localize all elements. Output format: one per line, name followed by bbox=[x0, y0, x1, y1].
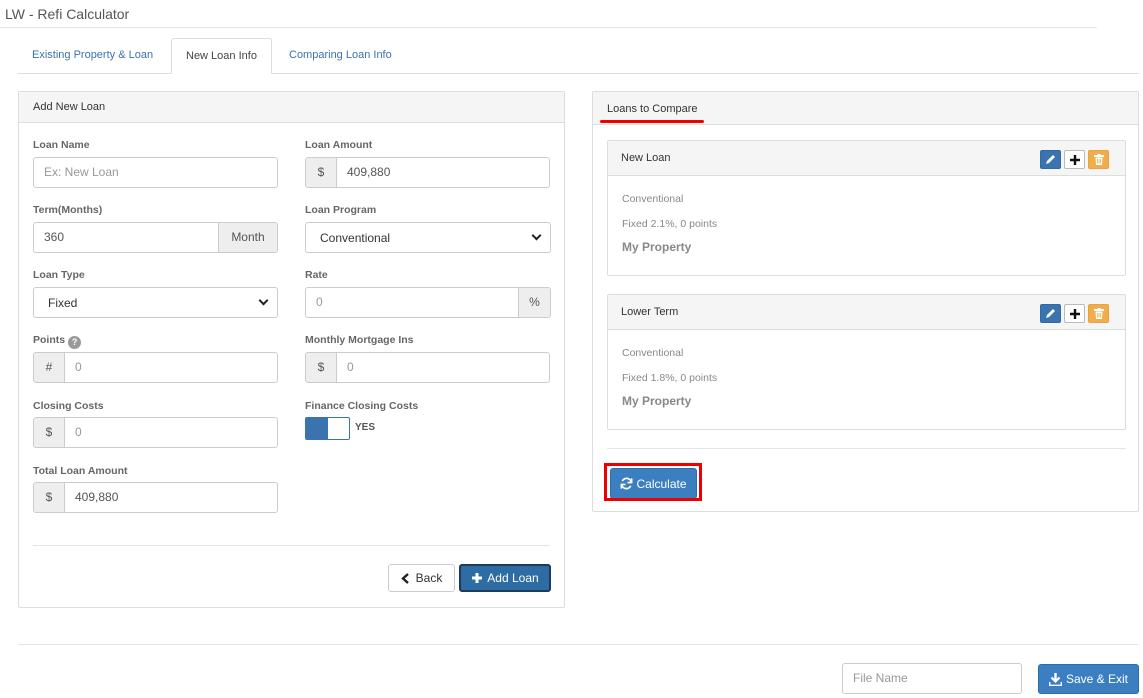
add-new-loan-panel: Add New Loan Loan Name Loan Amount $ 409… bbox=[18, 91, 565, 608]
loan-card: New Loan Conventional Fixed 2.1%, 0 poin… bbox=[607, 140, 1126, 276]
footer-divider bbox=[18, 644, 1139, 645]
loan-type-select[interactable]: Fixed bbox=[33, 287, 278, 318]
loan-card-property: My Property bbox=[622, 240, 692, 254]
help-icon[interactable]: ? bbox=[68, 336, 82, 349]
tab-bar: Existing Property & Loan New Loan Info C… bbox=[18, 38, 1139, 74]
loan-type-value: Fixed bbox=[48, 295, 78, 310]
add-new-loan-panel-title: Add New Loan bbox=[19, 92, 564, 123]
plus-icon bbox=[1069, 154, 1080, 165]
loans-to-compare-panel: Loans to Compare New Loan Conventional F… bbox=[592, 91, 1139, 512]
monthly-mortgage-ins-label: Monthly Mortgage Ins bbox=[305, 334, 414, 346]
closing-costs-currency-addon: $ bbox=[34, 418, 65, 447]
finance-closing-costs-toggle-text: YES bbox=[355, 422, 376, 433]
add-loan-button-label: Add Loan bbox=[487, 571, 539, 585]
rate-field: % bbox=[305, 287, 551, 318]
form-divider bbox=[33, 545, 550, 546]
file-name-input[interactable] bbox=[843, 664, 1021, 693]
loan-card-property: My Property bbox=[622, 394, 692, 408]
finance-closing-costs-label: Finance Closing Costs bbox=[305, 400, 419, 412]
total-loan-amount-field: $ 409,880 bbox=[33, 482, 278, 513]
loan-card-program: Conventional bbox=[622, 193, 684, 205]
plus-icon bbox=[1069, 308, 1080, 319]
closing-costs-field: $ bbox=[33, 417, 278, 448]
loan-amount-field: $ 409,880 bbox=[305, 157, 550, 188]
tab-new-loan-info[interactable]: New Loan Info bbox=[171, 38, 272, 74]
toggle-on-indicator bbox=[306, 418, 328, 439]
back-button[interactable]: Back bbox=[388, 564, 455, 592]
loan-card: Lower Term Conventional Fixed 1.8%, 0 po… bbox=[607, 294, 1126, 430]
term-label: Term(Months) bbox=[33, 204, 103, 216]
loan-name-label: Loan Name bbox=[33, 139, 90, 151]
loan-type-label: Loan Type bbox=[33, 269, 85, 281]
points-field: # bbox=[33, 352, 278, 383]
delete-loan-button[interactable] bbox=[1088, 150, 1109, 169]
duplicate-loan-button[interactable] bbox=[1064, 150, 1085, 169]
mortgage-ins-currency-addon: $ bbox=[306, 353, 337, 382]
trash-icon bbox=[1093, 308, 1104, 319]
chevron-down-icon bbox=[531, 230, 542, 241]
points-input[interactable] bbox=[65, 353, 277, 382]
total-loan-amount-label: Total Loan Amount bbox=[33, 465, 128, 477]
monthly-mortgage-ins-input[interactable] bbox=[337, 353, 549, 382]
loan-card-name: Lower Term bbox=[621, 306, 679, 318]
term-field: 360 Month bbox=[33, 222, 278, 253]
term-unit-addon: Month bbox=[218, 223, 277, 252]
total-loan-currency-addon: $ bbox=[34, 483, 65, 512]
edit-loan-button[interactable] bbox=[1040, 304, 1061, 323]
compare-divider bbox=[607, 448, 1126, 449]
loan-name-input[interactable] bbox=[34, 158, 277, 187]
chevron-left-icon bbox=[400, 572, 409, 584]
loan-amount-currency-addon: $ bbox=[306, 158, 337, 187]
duplicate-loan-button[interactable] bbox=[1064, 304, 1085, 323]
highlight-box bbox=[604, 463, 702, 501]
loan-amount-input[interactable]: 409,880 bbox=[337, 158, 549, 187]
loan-amount-label: Loan Amount bbox=[305, 139, 373, 151]
pencil-icon bbox=[1046, 309, 1055, 318]
finance-closing-costs-toggle[interactable] bbox=[305, 417, 350, 440]
loan-card-name: New Loan bbox=[621, 152, 671, 164]
download-icon bbox=[1048, 672, 1062, 686]
points-hash-addon: # bbox=[34, 353, 65, 382]
save-exit-button-label: Save & Exit bbox=[1065, 672, 1129, 686]
tab-comparing-loan-info[interactable]: Comparing Loan Info bbox=[275, 38, 406, 74]
rate-label: Rate bbox=[305, 269, 328, 281]
monthly-mortgage-ins-field: $ bbox=[305, 352, 550, 383]
chevron-down-icon bbox=[258, 295, 269, 306]
total-loan-amount-input[interactable]: 409,880 bbox=[65, 483, 277, 512]
term-input[interactable]: 360 bbox=[34, 223, 218, 252]
highlight-underline bbox=[600, 120, 704, 123]
points-label-text: Points bbox=[33, 334, 66, 346]
plus-icon bbox=[472, 573, 483, 583]
pencil-icon bbox=[1046, 155, 1055, 164]
loan-program-value: Conventional bbox=[320, 230, 391, 245]
file-name-field bbox=[842, 663, 1022, 694]
tab-existing-property-loan[interactable]: Existing Property & Loan bbox=[18, 38, 167, 74]
edit-loan-button[interactable] bbox=[1040, 150, 1061, 169]
save-exit-button[interactable]: Save & Exit bbox=[1038, 664, 1139, 694]
loan-card-terms: Fixed 2.1%, 0 points bbox=[622, 218, 718, 230]
add-loan-button[interactable]: Add Loan bbox=[459, 564, 551, 592]
app-title: LW - Refi Calculator bbox=[5, 6, 130, 22]
points-label: Points? bbox=[33, 334, 82, 349]
loan-program-label: Loan Program bbox=[305, 204, 377, 216]
trash-icon bbox=[1093, 154, 1104, 165]
title-divider bbox=[0, 27, 1097, 28]
loan-card-terms: Fixed 1.8%, 0 points bbox=[622, 372, 718, 384]
loan-card-program: Conventional bbox=[622, 347, 684, 359]
back-button-label: Back bbox=[415, 571, 443, 585]
delete-loan-button[interactable] bbox=[1088, 304, 1109, 323]
percent-addon: % bbox=[518, 288, 550, 317]
rate-input[interactable] bbox=[306, 288, 518, 317]
closing-costs-label: Closing Costs bbox=[33, 400, 104, 412]
closing-costs-input[interactable] bbox=[65, 418, 277, 447]
loan-name-field bbox=[33, 157, 278, 188]
loan-program-select[interactable]: Conventional bbox=[305, 222, 551, 253]
